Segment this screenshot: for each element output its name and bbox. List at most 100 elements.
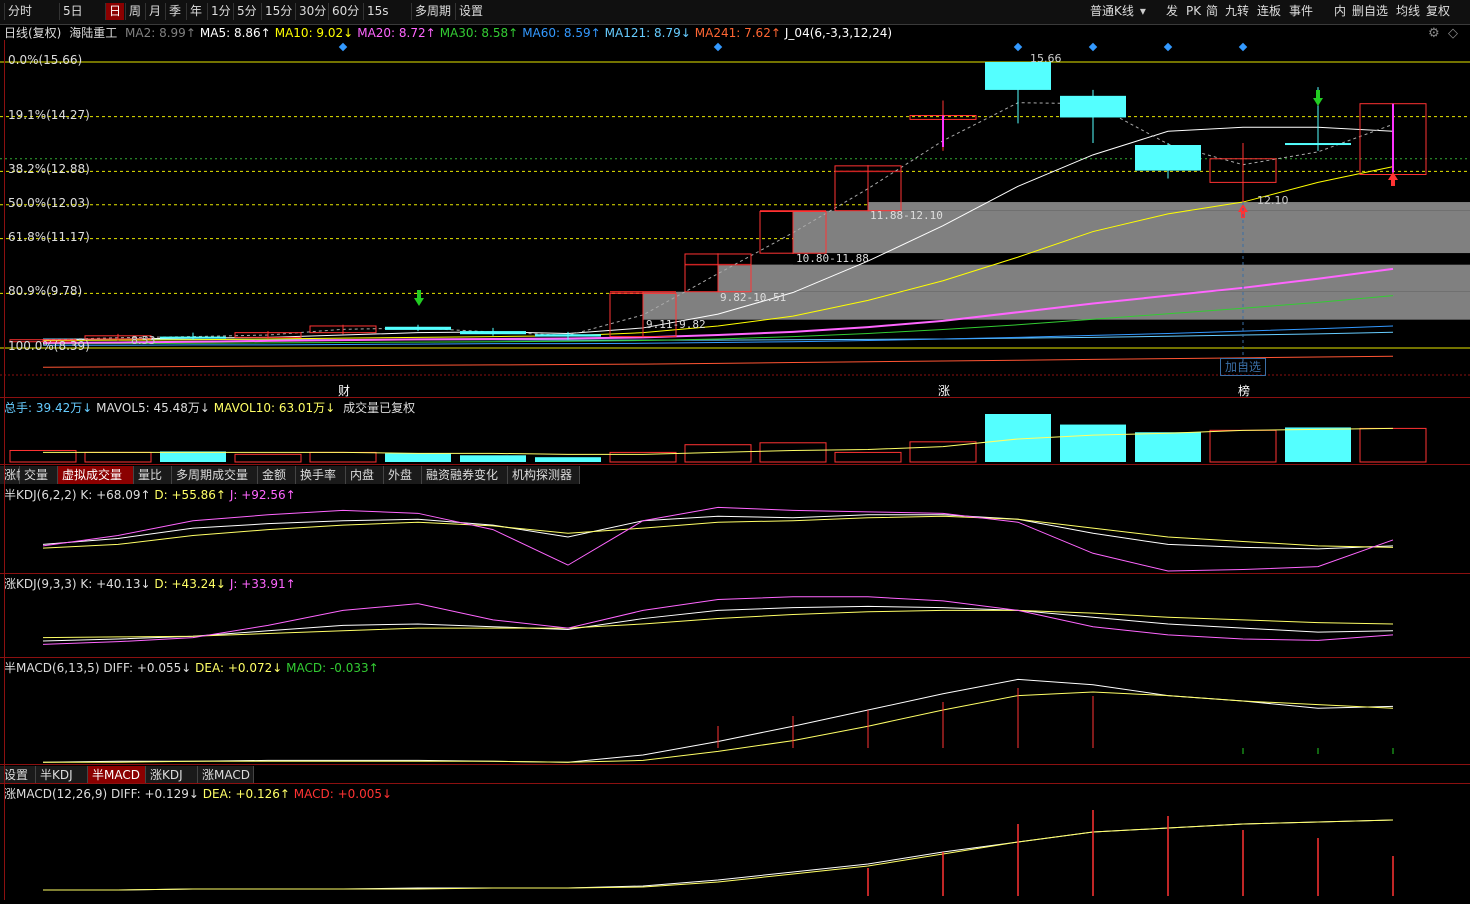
btn-fa[interactable]: 发 <box>1163 3 1181 20</box>
diamond-marker <box>338 42 348 52</box>
kdj-j-line <box>42 506 1394 572</box>
candle-body <box>1135 145 1201 171</box>
ma241-line <box>42 355 1394 368</box>
total-volume: 总手: 39.42万 <box>4 401 83 415</box>
btn-ma[interactable]: 均线 <box>1393 3 1423 20</box>
tab-15s[interactable]: 15s <box>363 3 392 20</box>
tab-1min[interactable]: 1分 <box>207 3 234 20</box>
indicator-tab[interactable]: 设置 <box>0 766 36 784</box>
fib-level-label: 38.2%(12.88) <box>8 162 90 177</box>
tab-60min[interactable]: 60分 <box>328 3 362 20</box>
btn-jiuzhuan[interactable]: 九转 <box>1222 3 1252 20</box>
chart-title: 日线(复权) <box>4 26 62 40</box>
tab-5min[interactable]: 5分 <box>233 3 260 20</box>
ma-item-arrow: ↑ <box>425 26 436 40</box>
panel-divider <box>0 464 1470 465</box>
ma-item: MA20: 8.72 <box>357 26 426 40</box>
zone-label-4: 9.11-9.82 <box>646 318 706 331</box>
ma-item-arrow: ↑ <box>508 26 519 40</box>
indicator-tab[interactable]: 半MACD <box>88 766 146 784</box>
indicator-tab[interactable]: 量比 <box>134 466 172 484</box>
macd-diff-line <box>43 819 1394 891</box>
ma-item-arrow: ↑ <box>590 26 601 40</box>
candle-body <box>535 334 601 337</box>
indicator-tab[interactable]: 涨幅 <box>0 466 28 484</box>
volume-bar <box>1209 429 1277 463</box>
tab-daily[interactable]: 日 <box>105 3 125 20</box>
tab-30min[interactable]: 30分 <box>295 3 329 20</box>
indicator-tab[interactable]: 外盘 <box>384 466 422 484</box>
tab-15min[interactable]: 15分 <box>261 3 295 20</box>
candle-body <box>985 62 1051 90</box>
ma-item: J_04(6,-3,3,12,24) <box>784 26 893 40</box>
btn-inner[interactable]: 内 <box>1331 3 1349 20</box>
candle-body <box>1285 143 1351 146</box>
indicator-tab[interactable]: 换手率 <box>296 466 346 484</box>
diamond-marker <box>1238 42 1248 52</box>
settings-icon[interactable]: ⚙ <box>1428 26 1440 41</box>
gap-zone <box>718 264 1470 292</box>
macd1-chart[interactable] <box>0 674 1470 764</box>
volume-bar <box>834 451 902 463</box>
tab-quarterly[interactable]: 季 <box>165 3 184 20</box>
mavol10: MAVOL10: 63.01万 <box>213 401 326 415</box>
ma-item-arrow: ↑ <box>770 26 781 40</box>
btn-pk[interactable]: PK <box>1183 3 1204 20</box>
volume-chart[interactable] <box>0 414 1470 464</box>
zone-label-2: 10.80-11.88 <box>796 252 869 265</box>
panel-divider <box>0 397 1470 398</box>
panel-divider <box>0 573 1470 574</box>
kdj-d-line <box>42 515 1394 549</box>
btn-simple[interactable]: 简 <box>1203 3 1221 20</box>
candle-body <box>385 326 451 330</box>
tab-settings[interactable]: 设置 <box>455 3 486 20</box>
indicator-tab[interactable]: 涨KDJ <box>146 766 198 784</box>
left-border <box>4 40 5 900</box>
volume-bar <box>84 451 152 463</box>
tab-5day[interactable]: 5日 <box>59 3 86 20</box>
macd-diff-line <box>42 678 1394 763</box>
tab-multi-period[interactable]: 多周期 <box>411 3 454 20</box>
indicator-tab[interactable]: 内盘 <box>346 466 384 484</box>
btn-remove-watch[interactable]: 删自选 <box>1349 3 1391 20</box>
indicator-tab[interactable]: 金额 <box>258 466 296 484</box>
fib-level-label: 61.8%(11.17) <box>8 229 90 244</box>
kdj-d-line <box>42 609 1394 639</box>
ma-item-arrow: ↓ <box>343 26 354 40</box>
volume-bar <box>234 453 302 463</box>
volume-bar <box>535 457 601 462</box>
diamond-marker <box>713 42 723 52</box>
btn-adjust[interactable]: 复权 <box>1423 3 1453 20</box>
btn-lianban[interactable]: 连板 <box>1254 3 1284 20</box>
add-watchlist-button[interactable]: 加自选 <box>1220 358 1266 376</box>
indicator-tab[interactable]: 交量 <box>20 466 58 484</box>
indicator-tabs-2: 设置 半KDJ 半MACD 涨KDJ 涨MACD <box>0 766 260 784</box>
kdj1-chart[interactable] <box>0 500 1470 574</box>
tab-monthly[interactable]: 月 <box>145 3 164 20</box>
tab-timeshare[interactable]: 分时 <box>4 3 35 20</box>
ma-info-row: 日线(复权) 海陆重工 MA2: 8.99↑ MA5: 8.86↑ MA10: 9.… <box>4 25 892 41</box>
btn-event[interactable]: 事件 <box>1286 3 1316 20</box>
indicator-tab[interactable]: 半KDJ <box>36 766 88 784</box>
kline-chart[interactable] <box>0 40 1470 398</box>
indicator-tab[interactable]: 涨MACD <box>198 766 254 784</box>
indicator-tab[interactable]: 虚拟成交量 <box>58 466 134 484</box>
expand-icon[interactable]: ◇ <box>1448 26 1458 41</box>
indicator-tab[interactable]: 机构探测器 <box>508 466 580 484</box>
macd2-chart[interactable] <box>0 800 1470 900</box>
indicator-tab[interactable]: 多周期成交量 <box>172 466 258 484</box>
candle-body <box>460 331 526 335</box>
volume-bar <box>1285 427 1351 462</box>
ma-item: MA10: 9.02 <box>274 26 344 40</box>
indicator-tab[interactable]: 融资融券变化 <box>422 466 508 484</box>
fib-level-label: 100.0%(8.39) <box>8 339 90 353</box>
tab-weekly[interactable]: 周 <box>125 3 144 20</box>
volume-bar <box>160 451 226 462</box>
tab-yearly[interactable]: 年 <box>186 3 205 20</box>
zone-label-3: 9.82-10.51 <box>720 291 787 304</box>
volume-bar <box>309 451 377 463</box>
stock-name[interactable]: 海陆重工 <box>69 26 117 40</box>
kline-type-select[interactable]: 普通K线 <box>1090 3 1146 20</box>
ma-item: MA30: 8.58 <box>439 26 509 40</box>
kdj2-chart[interactable] <box>0 590 1470 658</box>
